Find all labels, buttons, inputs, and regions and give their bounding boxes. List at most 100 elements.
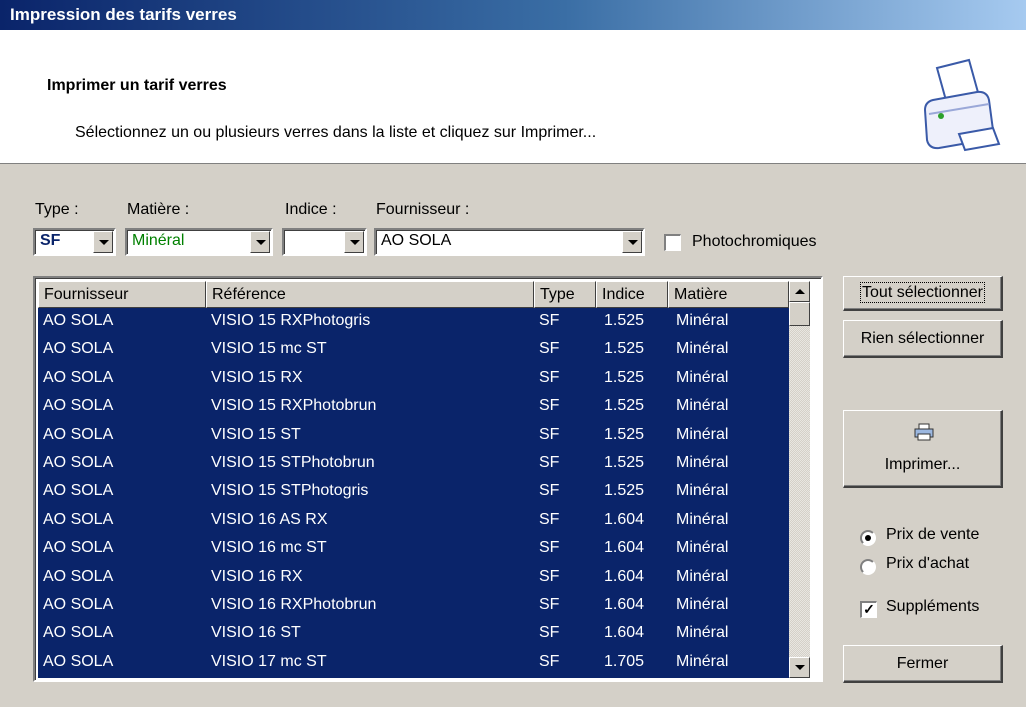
fournisseur-cell: AO SOLA [43, 454, 114, 471]
reference-cell: VISIO 15 mc ST [211, 340, 327, 358]
matiere-select[interactable]: Minéral [125, 228, 273, 256]
chevron-down-icon[interactable] [93, 231, 113, 253]
matiere-cell: Minéral [676, 539, 729, 557]
indice-cell: 1.525 [604, 368, 645, 386]
photochromiques-checkbox[interactable] [664, 234, 681, 251]
print-label: Imprimer... [884, 456, 961, 473]
fournisseur-cell: AO SOLA [43, 652, 114, 670]
table-row[interactable]: AO SOLA VISIO 16 ST SF 1.604 Minéral [38, 620, 789, 648]
prix-achat-radio[interactable] [860, 559, 876, 575]
table-row[interactable]: AO SOLA VISIO 15 ST SF 1.525 Minéral [38, 422, 789, 450]
column-header-fournisseur[interactable]: Fournisseur [38, 281, 206, 308]
verres-list[interactable]: Fournisseur Référence Type Indice Matièr… [33, 276, 823, 682]
type-label: Type : [35, 201, 79, 218]
chevron-down-icon[interactable] [344, 231, 364, 253]
table-row[interactable]: AO SOLA VISIO 15 RXPhotobrun SF 1.525 Minéra… [38, 393, 789, 421]
type-cell: SF [539, 539, 560, 557]
wizard-header: Imprimer un tarif verres Sélectionnez un… [0, 30, 1026, 164]
select-all-label: Tout sélectionner [860, 282, 985, 303]
reference-cell: VISIO 15 RX [211, 368, 303, 386]
list-body: AO SOLA VISIO 15 RXPhotogris SF 1.525 Minéra… [38, 308, 789, 678]
fournisseur-cell: AO SOLA [43, 624, 114, 642]
close-button[interactable]: Fermer [843, 645, 1003, 683]
matiere-cell: Minéral [676, 652, 729, 670]
reference-cell: VISIO 15 STPhotobrun [211, 454, 375, 471]
fournisseur-label: Fournisseur : [376, 201, 470, 218]
reference-cell: VISIO 17 mc ST [211, 652, 327, 670]
table-row[interactable]: AO SOLA VISIO 16 mc ST SF 1.604 Minéral [38, 535, 789, 563]
matiere-cell: Minéral [676, 482, 729, 500]
type-cell: SF [539, 596, 560, 613]
supplements-label: Suppléments [886, 598, 980, 615]
matiere-label: Matière : [127, 201, 190, 218]
select-none-button[interactable]: Rien sélectionner [843, 320, 1003, 358]
table-row[interactable]: AO SOLA VISIO 15 RXPhotogris SF 1.525 Minéra… [38, 308, 789, 336]
indice-cell: 1.604 [604, 596, 645, 613]
reference-cell: VISIO 16 mc ST [211, 539, 327, 557]
indice-cell: 1.525 [604, 312, 645, 329]
fournisseur-cell: AO SOLA [43, 340, 114, 358]
indice-cell: 1.525 [604, 425, 645, 443]
table-row[interactable]: AO SOLA VISIO 15 STPhotogris SF 1.525 Minéra… [38, 478, 789, 506]
header-subtitle: Sélectionnez un ou plusieurs verres dans… [75, 124, 597, 141]
matiere-cell: Minéral [676, 510, 729, 528]
indice-select[interactable] [282, 228, 367, 256]
print-button[interactable]: Imprimer... [843, 410, 1003, 488]
reference-cell: VISIO 15 RXPhotogris [211, 312, 371, 329]
indice-cell: 1.525 [604, 454, 645, 471]
prix-achat-label: Prix d'achat [886, 555, 970, 572]
type-cell: SF [539, 425, 560, 443]
table-row[interactable]: AO SOLA VISIO 17 mc ST SF 1.705 Minéral [38, 649, 789, 677]
indice-cell: 1.604 [604, 510, 645, 528]
table-row[interactable]: AO SOLA VISIO 15 mc ST SF 1.525 Minéral [38, 336, 789, 364]
type-cell: SF [539, 340, 560, 358]
table-row[interactable]: AO SOLA VISIO 16 RX SF 1.604 Minéral [38, 564, 789, 592]
table-row[interactable]: AO SOLA VISIO 16 AS RX SF 1.604 Minéral [38, 507, 789, 535]
matiere-cell: Minéral [676, 397, 729, 415]
photochromiques-label: Photochromiques [692, 233, 817, 250]
fournisseur-cell: AO SOLA [43, 539, 114, 557]
indice-cell: 1.604 [604, 567, 645, 585]
fournisseur-cell: AO SOLA [43, 312, 114, 329]
indice-cell: 1.525 [604, 482, 645, 500]
fournisseur-cell: AO SOLA [43, 596, 114, 613]
fournisseur-select[interactable]: AO SOLA [374, 228, 645, 256]
list-header: Fournisseur Référence Type Indice Matièr… [38, 281, 789, 308]
fournisseur-cell: AO SOLA [43, 368, 114, 386]
list-scrollbar[interactable] [789, 281, 810, 678]
type-cell: SF [539, 368, 560, 386]
select-none-label: Rien sélectionner [860, 329, 985, 347]
fournisseur-cell: AO SOLA [43, 397, 114, 415]
matiere-cell: Minéral [676, 454, 729, 471]
column-header-indice[interactable]: Indice [596, 281, 668, 308]
table-row[interactable]: AO SOLA VISIO 16 RXPhotobrun SF 1.604 Minéra… [38, 592, 789, 620]
indice-cell: 1.525 [604, 397, 645, 415]
type-cell: SF [539, 482, 560, 500]
chevron-down-icon[interactable] [622, 231, 642, 253]
indice-cell: 1.705 [604, 652, 645, 670]
supplements-checkbox[interactable]: ✓ [860, 601, 877, 618]
type-select[interactable]: SF [33, 228, 116, 256]
type-cell: SF [539, 567, 560, 585]
column-header-type[interactable]: Type [534, 281, 596, 308]
indice-cell: 1.604 [604, 624, 645, 642]
column-header-matiere[interactable]: Matière [668, 281, 789, 308]
table-row[interactable]: AO SOLA VISIO 15 RX SF 1.525 Minéral [38, 365, 789, 393]
scroll-thumb[interactable] [789, 302, 810, 326]
reference-cell: VISIO 15 ST [211, 425, 301, 443]
window-title: Impression des tarifs verres [10, 5, 237, 24]
prix-vente-radio[interactable] [860, 530, 876, 546]
type-value: SF [40, 232, 61, 249]
reference-cell: VISIO 16 RX [211, 567, 303, 585]
printer-icon [923, 58, 1001, 152]
scroll-down-icon[interactable] [789, 657, 810, 678]
column-header-reference[interactable]: Référence [206, 281, 534, 308]
select-all-button[interactable]: Tout sélectionner [843, 276, 1003, 311]
chevron-down-icon[interactable] [250, 231, 270, 253]
reference-cell: VISIO 16 RXPhotobrun [211, 596, 377, 613]
scroll-up-icon[interactable] [789, 281, 810, 302]
reference-cell: VISIO 15 STPhotogris [211, 482, 369, 500]
fournisseur-cell: AO SOLA [43, 425, 114, 443]
table-row[interactable]: AO SOLA VISIO 15 STPhotobrun SF 1.525 Minéra… [38, 450, 789, 478]
type-cell: SF [539, 454, 560, 471]
